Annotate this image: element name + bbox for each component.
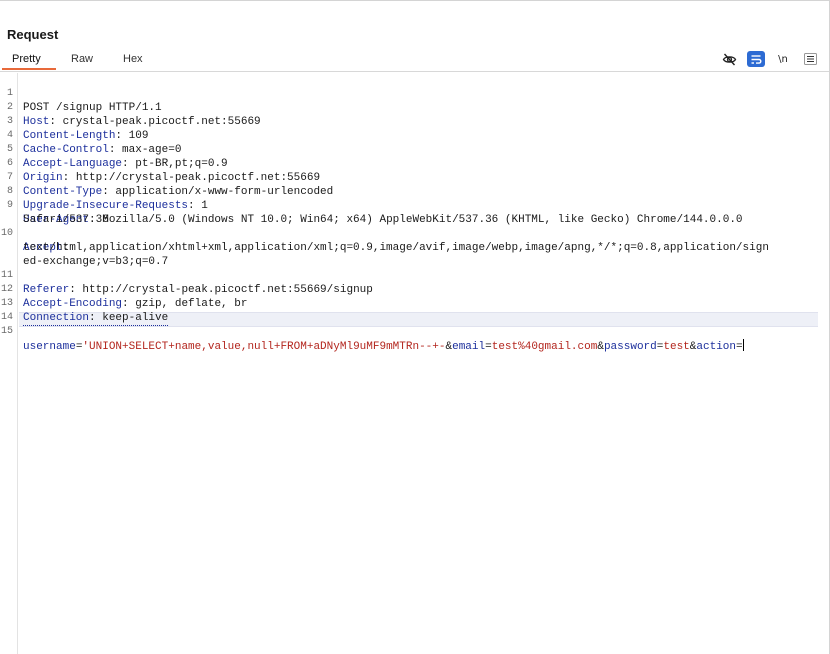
code-line: 12 Accept-Encoding: gzip, deflate, br [0, 284, 248, 310]
word-wrap-icon [751, 54, 762, 64]
hamburger-menu-icon [803, 53, 817, 65]
param-value: test [663, 341, 690, 353]
param-name: password [603, 341, 657, 353]
code-line: 8 Upgrade-Insecure-Requests: 1 [6, 186, 208, 212]
code-line: 5 Accept-Language: pt-BR,pt;q=0.9 [6, 144, 228, 170]
hide-nonprintable-button[interactable] [720, 51, 738, 67]
word-wrap-button[interactable] [747, 51, 765, 67]
code-line: 1 POST /signup HTTP/1.1 [6, 88, 162, 114]
request-panel: Request Pretty Raw Hex \n 1 POST /signup… [0, 0, 830, 654]
param-value: test%40gmail.com [491, 341, 598, 353]
code-line-wrapped: Safari/537.36 [0, 199, 829, 226]
code-line: 9 User-Agent: Mozilla/5.0 (Windows NT 10… [6, 200, 743, 226]
code-line: 10 Accept: [0, 228, 70, 254]
code-line: 4 Cache-Control: max-age=0 [6, 130, 182, 156]
text-caret [742, 339, 744, 351]
param-value: 'UNION+SELECT+name,value,null+FROM+aDNyM… [82, 341, 446, 353]
code-line-wrapped: ed-exchange;v=b3;q=0.7 [0, 241, 829, 268]
code-line: 11 Referer: http://crystal-peak.picoctf.… [0, 270, 373, 296]
tab-hex[interactable]: Hex [123, 53, 143, 65]
eye-slash-icon [722, 53, 736, 65]
view-tabbar: Pretty Raw Hex [0, 49, 829, 72]
show-newlines-button[interactable]: \n [774, 51, 792, 67]
param-name: username [23, 341, 76, 353]
code-line: 2 Host: crystal-peak.picoctf.net:55669 [6, 102, 261, 128]
code-line: 3 Content-Length: 109 [6, 116, 149, 142]
tab-raw[interactable]: Raw [71, 53, 93, 65]
code-lines: 1 POST /signup HTTP/1.1 2 Host: crystal-… [0, 73, 829, 353]
editor-menu-button[interactable] [801, 51, 819, 67]
code-line-body: 15 username='UNION+SELECT+name,value,nul… [0, 326, 744, 353]
code-line-wrapped: text/html,application/xhtml+xml,applicat… [0, 227, 829, 254]
param-name: email [452, 341, 486, 353]
code-line: 7 Content-Type: application/x-www-form-u… [6, 172, 334, 198]
request-editor[interactable]: 1 POST /signup HTTP/1.1 2 Host: crystal-… [0, 73, 829, 654]
panel-title: Request [7, 27, 59, 42]
code-line: 13 Connection: keep-alive [0, 298, 169, 326]
code-line: 14 [0, 312, 13, 323]
param-name: action [696, 341, 736, 353]
active-tab-indicator [2, 68, 56, 70]
editor-toolbar: \n [711, 50, 819, 68]
tab-pretty[interactable]: Pretty [12, 53, 41, 65]
code-line: 6 Origin: http://crystal-peak.picoctf.ne… [6, 158, 321, 184]
newline-label: \n [778, 53, 788, 65]
